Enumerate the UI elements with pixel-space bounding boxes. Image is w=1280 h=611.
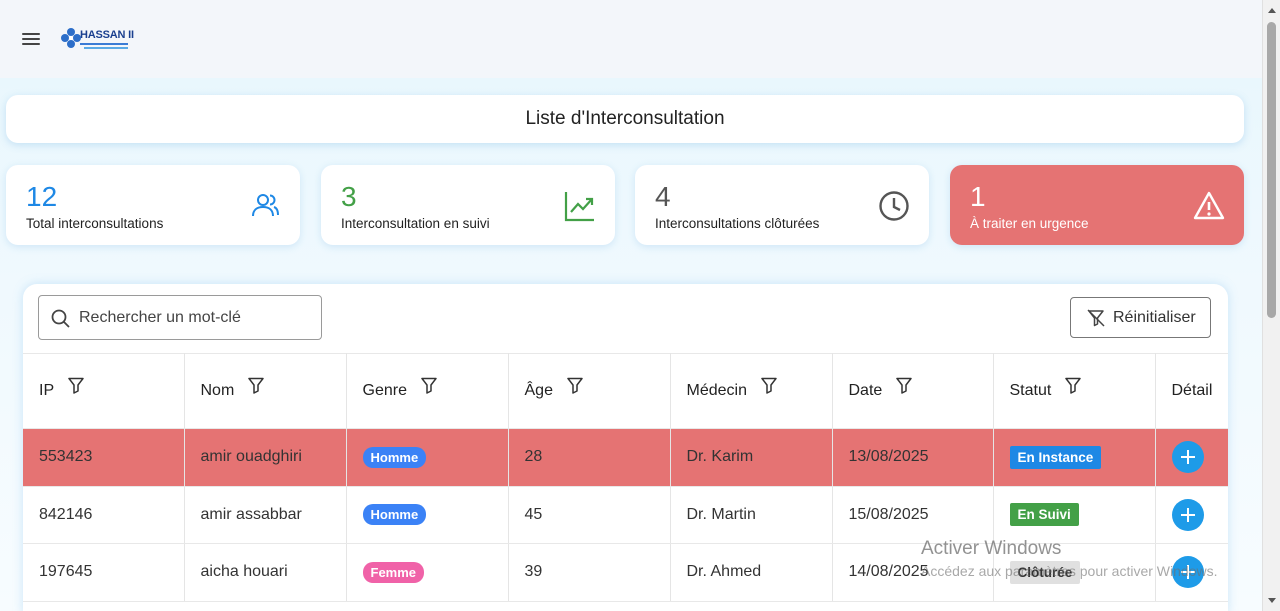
plus-icon xyxy=(1180,565,1195,580)
plus-icon xyxy=(1180,507,1195,522)
filter-icon[interactable] xyxy=(1065,377,1082,395)
cell-ip: 197645 xyxy=(23,543,185,602)
scroll-down-arrow-icon[interactable] xyxy=(1268,598,1276,603)
filter-icon[interactable] xyxy=(248,377,265,395)
col-genre: Genre xyxy=(346,353,509,429)
stat-label: Interconsultations clôturées xyxy=(655,216,820,231)
stat-value: 4 xyxy=(655,181,671,212)
status-badge: En Suivi xyxy=(1009,503,1079,527)
genre-badge: Homme xyxy=(362,446,427,468)
top-bar: HASSAN II xyxy=(0,0,1262,78)
filter-icon[interactable] xyxy=(421,377,437,395)
table-header-row: IP Nom Genre Âge Médecin Date Statut Dét… xyxy=(23,353,1228,429)
search-icon xyxy=(51,309,70,328)
users-icon xyxy=(252,194,279,217)
table-row[interactable]: 842146 amir assabbar Homme 45 Dr. Martin… xyxy=(23,486,1228,544)
stat-card-urgence: 1 À traiter en urgence xyxy=(950,165,1244,245)
col-nom: Nom xyxy=(184,353,347,429)
cell-medecin: Dr. Ahmed xyxy=(670,543,833,602)
filter-icon[interactable] xyxy=(896,377,913,395)
cell-date: 13/08/2025 xyxy=(832,428,994,487)
scroll-up-arrow-icon[interactable] xyxy=(1268,8,1276,13)
stat-label: À traiter en urgence xyxy=(970,216,1089,231)
cell-age: 45 xyxy=(508,486,671,544)
logo[interactable]: HASSAN II xyxy=(58,20,138,56)
stat-card-total: 12 Total interconsultations xyxy=(6,165,300,245)
detail-button[interactable] xyxy=(1171,498,1204,531)
stat-value: 1 xyxy=(970,181,986,212)
cell-nom: amir ouadghiri xyxy=(184,428,347,487)
filter-icon[interactable] xyxy=(761,377,777,395)
genre-badge: Homme xyxy=(362,504,427,526)
cell-date: 15/08/2025 xyxy=(832,486,994,544)
stat-card-cloturees: 4 Interconsultations clôturées xyxy=(635,165,929,245)
table-card: Réinitialiser IP Nom Genre Âge Médecin D… xyxy=(23,284,1228,611)
page-title: Liste d'Interconsultation xyxy=(525,108,725,129)
table-row[interactable]: 553423 amir ouadghiri Homme 28 Dr. Karim… xyxy=(23,428,1228,487)
filter-icon[interactable] xyxy=(567,377,583,395)
cell-age: 39 xyxy=(508,543,671,602)
plus-icon xyxy=(1180,450,1195,465)
status-badge: Clôturée xyxy=(1009,560,1081,584)
cell-nom: amir assabbar xyxy=(184,486,347,544)
reset-label: Réinitialiser xyxy=(1113,308,1196,326)
cell-nom: aicha houari xyxy=(184,543,347,602)
logo-text: HASSAN II xyxy=(80,29,134,41)
menu-icon[interactable] xyxy=(20,30,42,48)
cell-date: 14/08/2025 xyxy=(832,543,994,602)
stat-value: 3 xyxy=(341,181,357,212)
col-age: Âge xyxy=(508,353,671,429)
filter-icon[interactable] xyxy=(68,377,84,395)
search-input[interactable] xyxy=(79,304,309,332)
scrollbar[interactable] xyxy=(1262,0,1280,611)
detail-button[interactable] xyxy=(1171,441,1204,474)
cell-ip: 842146 xyxy=(23,486,185,544)
trending-up-icon xyxy=(564,192,594,222)
col-medecin: Médecin xyxy=(670,353,833,429)
col-detail: Détail xyxy=(1155,353,1228,429)
cell-medecin: Dr. Karim xyxy=(670,428,833,487)
filter-off-icon xyxy=(1087,308,1105,327)
col-ip: IP xyxy=(23,353,185,429)
warning-icon xyxy=(1193,191,1225,220)
search-box xyxy=(38,295,322,340)
title-card: Liste d'Interconsultation xyxy=(6,95,1244,143)
logo-flower-icon xyxy=(61,28,81,48)
cell-medecin: Dr. Martin xyxy=(670,486,833,544)
status-badge: En Instance xyxy=(1009,445,1102,469)
reset-button[interactable]: Réinitialiser xyxy=(1070,297,1211,338)
stat-value: 12 xyxy=(26,181,58,212)
detail-button[interactable] xyxy=(1171,556,1204,589)
table-row[interactable]: 197645 aicha houari Femme 39 Dr. Ahmed 1… xyxy=(23,543,1228,602)
scroll-thumb[interactable] xyxy=(1267,22,1276,318)
cell-ip: 553423 xyxy=(23,428,185,487)
cell-age: 28 xyxy=(508,428,671,487)
stat-label: Total interconsultations xyxy=(26,216,164,231)
interconsultation-table: IP Nom Genre Âge Médecin Date Statut Dét… xyxy=(23,353,1228,602)
genre-badge: Femme xyxy=(362,561,425,583)
col-statut: Statut xyxy=(993,353,1156,429)
col-date: Date xyxy=(832,353,994,429)
stat-card-suivi: 3 Interconsultation en suivi xyxy=(321,165,615,245)
stat-label: Interconsultation en suivi xyxy=(341,216,490,231)
clock-icon xyxy=(879,191,909,221)
